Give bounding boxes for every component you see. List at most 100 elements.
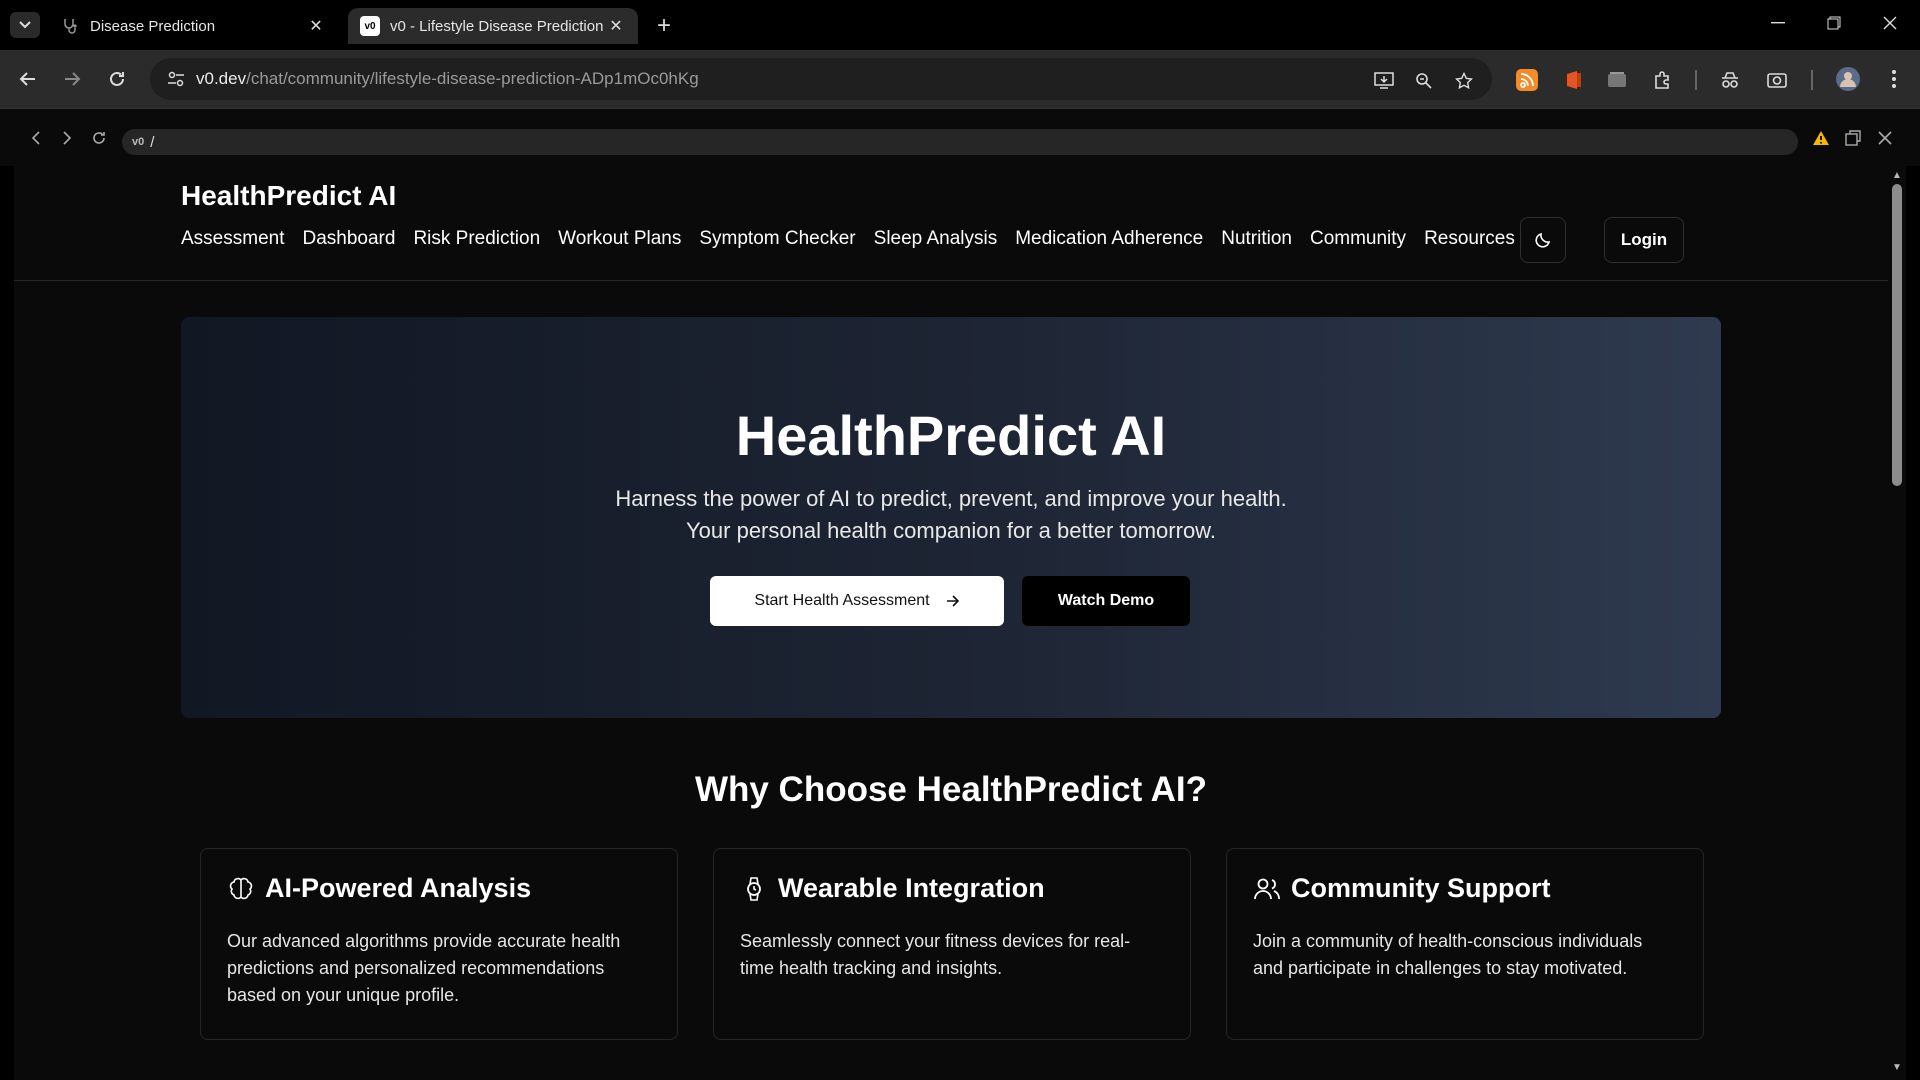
tab-title: Disease Prediction (90, 17, 216, 35)
arrow-right-icon (65, 72, 81, 86)
start-assessment-label: Start Health Assessment (754, 592, 930, 609)
feature-card: Community Support Join a community of he… (1226, 848, 1704, 1040)
zoom-icon[interactable] (1412, 69, 1436, 93)
warning-button[interactable] (1808, 125, 1834, 151)
login-button[interactable]: Login (1604, 217, 1684, 263)
users-icon (1253, 875, 1281, 903)
nav-link-sleep-analysis[interactable]: Sleep Analysis (874, 228, 998, 250)
scroll-down-arrow-icon[interactable]: ▼ (1891, 1062, 1903, 1074)
arrow-right-icon (946, 595, 959, 607)
url-text: v0.dev/chat/community/lifestyle-disease-… (196, 69, 699, 89)
site-header: HealthPredict AI Assessment Dashboard Ri… (14, 166, 1888, 281)
more-menu-icon[interactable] (1880, 65, 1908, 93)
hero-subtitle: Harness the power of AI to predict, prev… (181, 483, 1721, 547)
brain-icon (227, 875, 255, 903)
hero-section: HealthPredict AI Harness the power of AI… (181, 317, 1721, 718)
preview-path: / (150, 133, 155, 151)
main-nav: Assessment Dashboard Risk Prediction Wor… (181, 228, 1515, 250)
feature-card: Wearable Integration Seamlessly connect … (713, 848, 1191, 1040)
v0-logo: v0 (132, 136, 145, 148)
watch-demo-button[interactable]: Watch Demo (1022, 576, 1190, 626)
bookmark-star-icon[interactable] (1452, 69, 1476, 93)
start-assessment-button[interactable]: Start Health Assessment (710, 576, 1004, 626)
minimize-icon (1771, 22, 1785, 24)
restore-icon (1827, 16, 1841, 30)
address-bar[interactable]: v0.dev/chat/community/lifestyle-disease-… (150, 58, 1492, 100)
warning-icon (1813, 131, 1829, 145)
chevron-left-icon (31, 131, 40, 145)
scrollbar-thumb[interactable] (1892, 184, 1902, 486)
features-title: Why Choose HealthPredict AI? (694, 770, 1208, 809)
url-host: v0.dev (196, 69, 247, 88)
preview-back-button[interactable] (23, 125, 49, 151)
feature-card-text: Join a community of health-conscious ind… (1253, 931, 1643, 978)
preview-url-input[interactable]: v0 / (122, 129, 1798, 155)
theme-toggle-button[interactable] (1520, 217, 1566, 263)
tab-v0-lifestyle[interactable]: v0 v0 - Lifestyle Disease Prediction ✕ (348, 8, 638, 44)
toolbar-separator (1695, 70, 1697, 90)
back-button[interactable] (12, 63, 44, 95)
restore-button[interactable] (1814, 8, 1854, 38)
nav-link-assessment[interactable]: Assessment (181, 228, 284, 250)
url-path: /chat/community/lifestyle-disease-predic… (246, 69, 699, 88)
office-extension-icon[interactable] (1560, 66, 1588, 94)
close-icon (1883, 16, 1897, 30)
open-new-window-button[interactable] (1840, 125, 1866, 151)
scroll-up-arrow-icon[interactable]: ▲ (1891, 170, 1903, 182)
brand-logo[interactable]: HealthPredict AI (181, 180, 396, 212)
incognito-icon[interactable] (1716, 66, 1744, 94)
nav-link-symptom-checker[interactable]: Symptom Checker (699, 228, 855, 250)
feature-card-title: Wearable Integration (778, 873, 1045, 903)
nav-link-workout-plans[interactable]: Workout Plans (558, 228, 681, 250)
reload-icon (110, 71, 124, 86)
reload-button[interactable] (101, 63, 133, 95)
browser-toolbar: v0.dev/chat/community/lifestyle-disease-… (0, 50, 1920, 108)
page-scrollbar[interactable]: ▲ ▼ (1888, 166, 1906, 1080)
feature-card-title: Community Support (1291, 873, 1551, 903)
site-settings-icon[interactable] (156, 58, 196, 100)
nav-link-medication-adherence[interactable]: Medication Adherence (1015, 228, 1203, 250)
page-viewport: HealthPredict AI Assessment Dashboard Ri… (14, 166, 1888, 1080)
forward-button[interactable] (56, 63, 88, 95)
tab-groups-extension-icon[interactable] (1603, 66, 1631, 94)
watch-icon (740, 875, 768, 903)
new-tab-button[interactable]: + (650, 12, 678, 40)
tab-search-button[interactable] (10, 12, 40, 38)
minimize-button[interactable] (1758, 8, 1798, 38)
feature-card: AI-Powered Analysis Our advanced algorit… (200, 848, 678, 1040)
hero-subtitle-line-2: Your personal health companion for a bet… (686, 518, 1216, 543)
install-app-icon[interactable] (1372, 69, 1396, 93)
tab-title: v0 - Lifestyle Disease Prediction (390, 17, 604, 35)
close-icon (1878, 131, 1892, 145)
screenshot-icon[interactable] (1763, 66, 1791, 94)
preview-forward-button[interactable] (54, 125, 80, 151)
feature-card-text: Seamlessly connect your fitness devices … (740, 931, 1131, 978)
close-icon[interactable]: ✕ (306, 16, 326, 36)
hero-subtitle-line-1: Harness the power of AI to predict, prev… (615, 486, 1287, 511)
nav-link-resources[interactable]: Resources (1424, 228, 1515, 250)
rss-extension-icon[interactable] (1513, 66, 1541, 94)
hero-title: HealthPredict AI (735, 404, 1167, 467)
moon-icon (1535, 232, 1551, 248)
preview-reload-button[interactable] (86, 125, 112, 151)
nav-link-nutrition[interactable]: Nutrition (1221, 228, 1292, 250)
nav-link-community[interactable]: Community (1310, 228, 1406, 250)
nav-link-dashboard[interactable]: Dashboard (302, 228, 395, 250)
tab-strip: Disease Prediction ✕ v0 v0 - Lifestyle D… (0, 0, 1920, 50)
nav-link-risk-prediction[interactable]: Risk Prediction (413, 228, 540, 250)
tab-disease-prediction[interactable]: Disease Prediction ✕ (48, 8, 338, 44)
puzzle-extensions-icon[interactable] (1649, 66, 1677, 94)
chevron-down-icon (19, 21, 31, 29)
toolbar-separator (1811, 70, 1813, 90)
close-icon[interactable]: ✕ (606, 16, 626, 36)
profile-avatar[interactable] (1834, 65, 1862, 93)
stethoscope-icon (60, 16, 80, 36)
arrow-left-icon (19, 72, 35, 86)
reload-icon (93, 132, 105, 144)
window-close-button[interactable] (1870, 8, 1910, 38)
close-preview-button[interactable] (1872, 125, 1898, 151)
preview-toolbar: v0 / (0, 108, 1920, 166)
feature-card-text: Our advanced algorithms provide accurate… (227, 931, 621, 1005)
chevron-right-icon (63, 131, 72, 145)
v0-logo-icon: v0 (360, 16, 380, 36)
